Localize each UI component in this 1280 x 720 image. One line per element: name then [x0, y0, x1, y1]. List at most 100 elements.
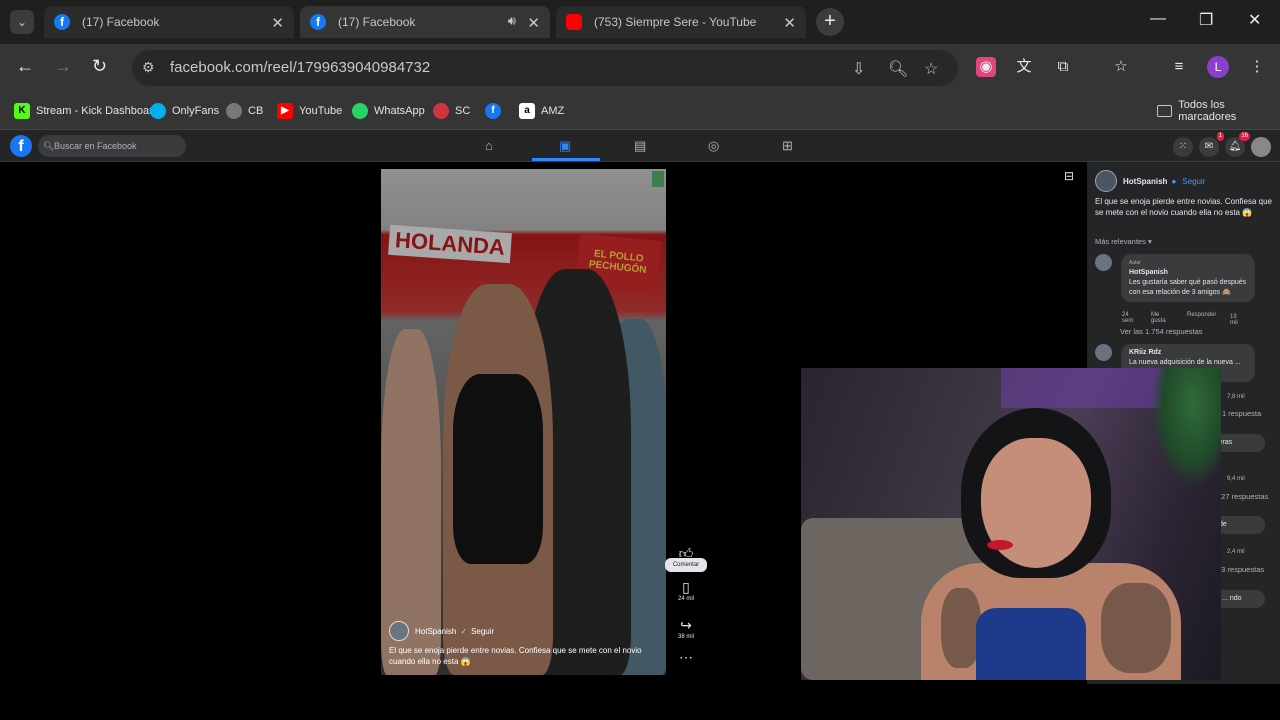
extensions-puzzle-icon[interactable]: ⧉	[1053, 57, 1073, 77]
comment-bubble: Autor HotSpanish Les gustaría saber qué …	[1121, 254, 1255, 302]
tab-facebook-1[interactable]: f (17) Facebook ✕	[44, 6, 294, 38]
tab-strip: ⌄ f (17) Facebook ✕ f (17) Facebook 🔊︎ ✕…	[0, 0, 1280, 44]
url-text[interactable]: facebook.com/reel/1799639040984732	[170, 59, 430, 76]
close-icon[interactable]: ✕	[271, 14, 284, 32]
tab-facebook-2-active[interactable]: f (17) Facebook 🔊︎ ✕	[300, 6, 550, 38]
follow-link[interactable]: Seguir	[471, 627, 494, 636]
author-name[interactable]: HotSpanish	[1123, 177, 1167, 186]
sidebar-header: HotSpanish ● Seguir	[1095, 170, 1205, 192]
sort-dropdown[interactable]: Más relevantes ▾	[1095, 237, 1152, 246]
bookmark-whatsapp[interactable]: WhatsApp	[352, 100, 425, 122]
install-app-icon[interactable]: ⇩	[852, 59, 865, 79]
author-avatar[interactable]	[389, 621, 409, 641]
verified-icon: ✓	[460, 626, 468, 636]
streamer-top	[976, 608, 1086, 680]
reply-link[interactable]: Responder	[1187, 312, 1216, 318]
forward-icon[interactable]: →	[54, 56, 72, 77]
view-replies-link[interactable]: Ver las 1.754 respuestas	[1120, 327, 1203, 336]
whatsapp-icon	[352, 103, 368, 119]
comment-tooltip: Comentar	[665, 558, 707, 572]
youtube-icon: ▶	[277, 103, 293, 119]
facebook-icon: f	[485, 103, 501, 119]
menu-icon[interactable]: ⋮	[1247, 57, 1267, 77]
facebook-logo-icon[interactable]: f	[10, 135, 32, 157]
notifications-icon[interactable]: 🔔︎ 16	[1225, 132, 1250, 157]
collapse-panel-icon[interactable]: ⊟	[1064, 169, 1074, 183]
bookmark-onlyfans[interactable]: OnlyFans	[150, 100, 219, 122]
bookmark-sc[interactable]: SC	[433, 100, 470, 122]
comment-button[interactable]: ▯ 24 mil	[672, 579, 700, 602]
tab-title: (17) Facebook	[338, 15, 416, 29]
all-bookmarks-folder[interactable]: Todos los marcadores	[1157, 99, 1280, 123]
restore-icon[interactable]: ❐	[1199, 10, 1213, 30]
back-icon[interactable]: ←	[16, 56, 34, 77]
webcam-overlay	[801, 368, 1221, 680]
kick-icon: K	[14, 103, 30, 119]
reload-icon[interactable]: ↻	[92, 56, 107, 77]
view-replies-link[interactable]: 127 respuestas	[1217, 492, 1268, 501]
tab-youtube[interactable]: (753) Siempre Sere - YouTube ✕	[556, 6, 806, 38]
comment-icon: ▯	[682, 579, 690, 595]
folder-icon	[1157, 105, 1173, 117]
facebook-search-input[interactable]: 🔍︎ Buscar en Facebook	[38, 135, 186, 157]
new-tab-button[interactable]: +	[816, 8, 844, 36]
gaming-icon[interactable]: ⊞	[782, 138, 793, 154]
zoom-icon[interactable]: 🔍︎	[888, 59, 908, 79]
arm-tattoo	[1101, 583, 1171, 673]
audio-icon[interactable]: 🔊︎	[508, 13, 516, 29]
more-options-icon[interactable]: ⋯	[672, 649, 700, 666]
tab-title: (17) Facebook	[82, 15, 160, 29]
menu-grid-icon[interactable]: ⁙	[1173, 137, 1193, 157]
commenter-name[interactable]: KRiiz Rdz	[1129, 348, 1247, 358]
commenter-avatar[interactable]	[1095, 344, 1112, 361]
marketplace-icon[interactable]: ▤	[634, 138, 646, 154]
tab-search-button[interactable]: ⌄	[10, 10, 34, 34]
close-icon[interactable]: ✕	[783, 14, 796, 32]
notification-badge: 16	[1239, 132, 1250, 141]
home-icon[interactable]: ⌂	[485, 138, 493, 153]
facebook-icon: f	[54, 14, 70, 30]
translate-icon[interactable]: 文	[1014, 57, 1034, 77]
messenger-icon[interactable]: ✉ 1	[1199, 132, 1224, 157]
profile-avatar[interactable]: L	[1207, 56, 1229, 78]
commenter-avatar[interactable]	[1095, 254, 1112, 271]
account-avatar[interactable]	[1251, 137, 1271, 157]
author-avatar[interactable]	[1095, 170, 1117, 192]
reel-video[interactable]: HOLANDA EL POLLO PECHUGÓN HotSpanish ✓ S…	[381, 169, 666, 675]
like-link[interactable]: Me gusta	[1151, 312, 1166, 324]
facebook-icon: f	[310, 14, 326, 30]
comment-count: 24 mil	[677, 596, 694, 602]
favorites-icon[interactable]: ☆	[1111, 57, 1131, 77]
reel-author: HotSpanish ✓ Seguir	[389, 621, 494, 641]
site-info-icon[interactable]: ⚙	[142, 59, 155, 76]
close-icon[interactable]: ✕	[527, 14, 540, 32]
view-replies-link[interactable]: 33 respuestas	[1217, 565, 1264, 574]
bookmark-facebook[interactable]: f	[485, 100, 507, 122]
bookmark-youtube[interactable]: ▶ YouTube	[277, 100, 342, 122]
bookmark-amazon[interactable]: a AMZ	[519, 100, 564, 122]
bookmark-cb[interactable]: CB	[226, 100, 263, 122]
address-bar[interactable]: ⚙ facebook.com/reel/1799639040984732 ⇩ 🔍…	[132, 50, 958, 86]
tab-title: (753) Siempre Sere - YouTube	[594, 15, 757, 29]
commenter-name[interactable]: HotSpanish	[1129, 268, 1247, 278]
extension-pink-icon[interactable]: ◉	[976, 57, 996, 77]
close-window-icon[interactable]: ✕	[1248, 10, 1261, 30]
bookmark-star-icon[interactable]: ☆	[924, 59, 938, 79]
media-control-icon[interactable]: ≡	[1169, 57, 1189, 77]
arm-tattoo	[941, 588, 981, 668]
share-count: 38 mil	[677, 634, 694, 640]
reaction-count: 19 mil	[1230, 314, 1238, 326]
messenger-badge: 1	[1216, 132, 1224, 141]
share-icon: ↪	[680, 617, 692, 633]
amazon-icon: a	[519, 103, 535, 119]
video-icon[interactable]: ▣	[559, 138, 571, 154]
soundcloud-icon	[433, 103, 449, 119]
follow-link[interactable]: Seguir	[1182, 177, 1205, 186]
view-replies-link[interactable]: 1 respuesta	[1222, 409, 1261, 418]
minimize-icon[interactable]: —	[1150, 10, 1166, 28]
groups-icon[interactable]: ◎	[708, 138, 719, 154]
reel-caption: El que se enoja pierde entre novias. Con…	[389, 646, 642, 666]
author-name[interactable]: HotSpanish	[415, 627, 456, 636]
bookmark-kick[interactable]: K Stream - Kick Dashboard	[14, 100, 159, 122]
share-button[interactable]: ↪ 38 mil	[672, 617, 700, 640]
